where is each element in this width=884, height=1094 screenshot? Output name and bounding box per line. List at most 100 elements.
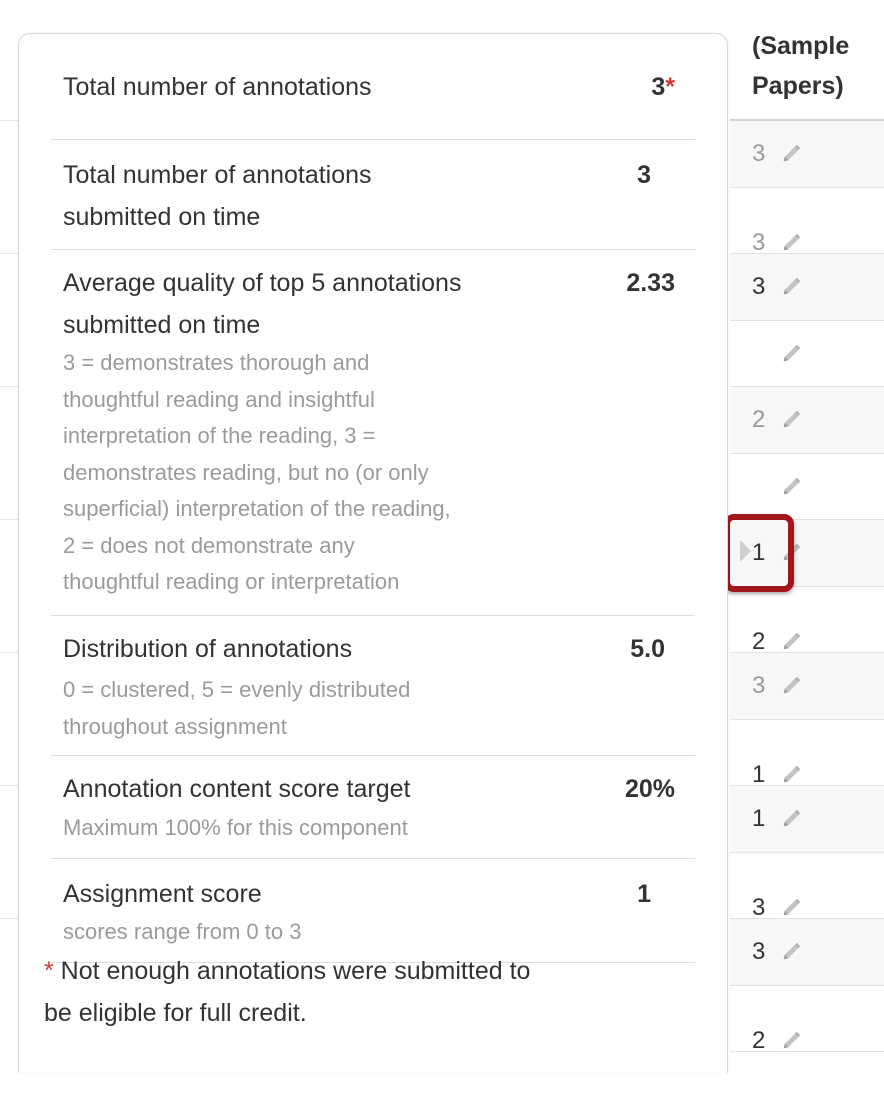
pencil-icon[interactable] — [780, 764, 802, 786]
grade-entry: 3 — [752, 937, 802, 967]
table-row-rule — [0, 652, 20, 653]
grade-cell: 2 — [730, 587, 884, 657]
score-breakdown-popover: Total number of annotations 3* Total num… — [18, 33, 728, 1073]
description-line: 0 = clustered, 5 = evenly distributed — [63, 677, 411, 702]
score-row-assignment-score: Assignment score 1 scores range from 0 t… — [51, 859, 695, 963]
score-row-label: Distribution of annotations — [63, 635, 353, 663]
pencil-icon[interactable] — [780, 343, 802, 365]
score-row-description: 0 = clustered, 5 = evenly distributed th… — [63, 672, 410, 745]
score-row-label-line: Average quality of top 5 annotations — [63, 269, 462, 297]
grade-cell: 1 — [730, 720, 884, 790]
column-header-line: (Sample — [752, 32, 850, 60]
score-row-content-target: Annotation content score target 20% Maxi… — [51, 756, 695, 859]
score-row-label-line: submitted on time — [63, 311, 261, 339]
grade-value: 3 — [752, 893, 766, 921]
grade-entry: 3 — [752, 671, 802, 701]
grade-value: 2 — [752, 1026, 766, 1054]
score-row-value: 3 — [637, 161, 651, 189]
score-value: 3 — [651, 73, 666, 101]
score-row-description: Maximum 100% for this component — [63, 815, 408, 840]
grade-value: 3 — [752, 140, 766, 167]
grade-value: 3 — [752, 228, 766, 256]
score-row-on-time-annotations: Total number of annotations submitted on… — [51, 140, 695, 250]
score-row-value: 5.0 — [630, 635, 665, 663]
pencil-icon[interactable] — [780, 675, 802, 697]
grade-value: 1 — [752, 805, 766, 832]
table-row-rule — [0, 785, 20, 786]
description-line: 3 = demonstrates thorough and — [63, 350, 370, 375]
grade-entry: 2 — [752, 405, 802, 435]
pencil-icon[interactable] — [780, 941, 802, 963]
grade-entry: 1 — [752, 760, 802, 790]
grade-value: 3 — [752, 273, 766, 300]
grade-cell — [730, 454, 884, 520]
description-line: thoughtful reading and insightful — [63, 386, 375, 412]
score-row-total-annotations: Total number of annotations 3* — [51, 52, 695, 140]
score-row-label: Annotation content score target — [63, 775, 411, 803]
grade-cell — [730, 321, 884, 387]
table-row-rule — [0, 918, 20, 919]
score-row-label: Average quality of top 5 annotations sub… — [63, 262, 461, 346]
score-row-value: 3* — [651, 66, 675, 108]
pencil-icon[interactable] — [780, 897, 802, 919]
description-line: throughout assignment — [63, 713, 287, 739]
grade-cell: 3 — [730, 919, 884, 986]
ineligible-asterisk: * — [665, 73, 675, 101]
footnote-line: be eligible for full credit. — [44, 999, 307, 1027]
pencil-icon[interactable] — [780, 1030, 802, 1052]
description-line: superficial) interpretation of the readi… — [63, 496, 451, 521]
grade-entry: 3 — [752, 139, 802, 169]
ineligible-footnote: * Not enough annotations were submitted … — [44, 950, 684, 1034]
score-row-value: 2.33 — [626, 269, 675, 297]
table-row-rule — [0, 120, 20, 121]
grade-value: 2 — [752, 406, 766, 433]
grade-entry — [752, 339, 802, 369]
score-row-label: Assignment score — [63, 880, 262, 908]
grade-entry: 3 — [752, 893, 802, 923]
pencil-icon[interactable] — [780, 631, 802, 653]
description-line: interpretation of the reading, 3 = — [63, 423, 376, 448]
pencil-icon[interactable] — [780, 476, 802, 498]
score-row-label-line: submitted on time — [63, 203, 261, 231]
grade-cell: 3 — [730, 188, 884, 258]
grade-value: 3 — [752, 938, 766, 965]
footnote-text: Not enough annotations were submitted to — [53, 957, 531, 985]
description-line: 2 = does not demonstrate any — [63, 532, 355, 558]
score-row-label: Total number of annotations submitted on… — [63, 154, 372, 238]
score-row-label: Total number of annotations — [63, 73, 372, 101]
score-row-description: 3 = demonstrates thorough and thoughtful… — [63, 345, 451, 601]
score-row-distribution: Distribution of annotations 5.0 0 = clus… — [51, 616, 695, 756]
footnote-asterisk: * — [44, 957, 54, 985]
score-row-value: 1 — [637, 880, 651, 908]
grade-entry — [752, 472, 802, 502]
pencil-icon[interactable] — [780, 276, 802, 298]
grade-entry: 1 — [752, 804, 802, 834]
score-row-value: 20% — [624, 775, 675, 803]
pencil-icon[interactable] — [780, 409, 802, 431]
score-row-label-line: Total number of annotations — [63, 161, 372, 189]
grade-entry: 3 — [752, 228, 802, 258]
score-row-description: scores range from 0 to 3 — [63, 919, 302, 944]
score-row-average-quality: Average quality of top 5 annotations sub… — [51, 250, 695, 616]
score-breakdown-list: Total number of annotations 3* Total num… — [51, 52, 695, 963]
grade-cell: 2 — [730, 986, 884, 1056]
grade-value: 3 — [752, 672, 766, 699]
table-row-rule — [0, 519, 20, 520]
grade-entry: 2 — [752, 1026, 802, 1056]
grade-cell: 3 — [730, 121, 884, 188]
table-row-rule — [0, 386, 20, 387]
grade-entry: 3 — [752, 272, 802, 302]
description-line: thoughtful reading or interpretation — [63, 569, 400, 594]
grade-cell: 1 — [730, 786, 884, 853]
column-header-sample-papers[interactable]: (Sample Papers) — [752, 26, 884, 106]
grade-cell: 3 — [730, 254, 884, 321]
grade-entry: 2 — [752, 627, 802, 657]
grade-cell: 3 — [730, 853, 884, 923]
grade-cell: 2 — [730, 387, 884, 454]
pencil-icon[interactable] — [780, 232, 802, 254]
pencil-icon[interactable] — [780, 143, 802, 165]
highlight-annotation-box — [724, 514, 794, 592]
column-header-line: Papers) — [752, 72, 844, 100]
pencil-icon[interactable] — [780, 808, 802, 830]
table-row-rule — [0, 253, 20, 254]
